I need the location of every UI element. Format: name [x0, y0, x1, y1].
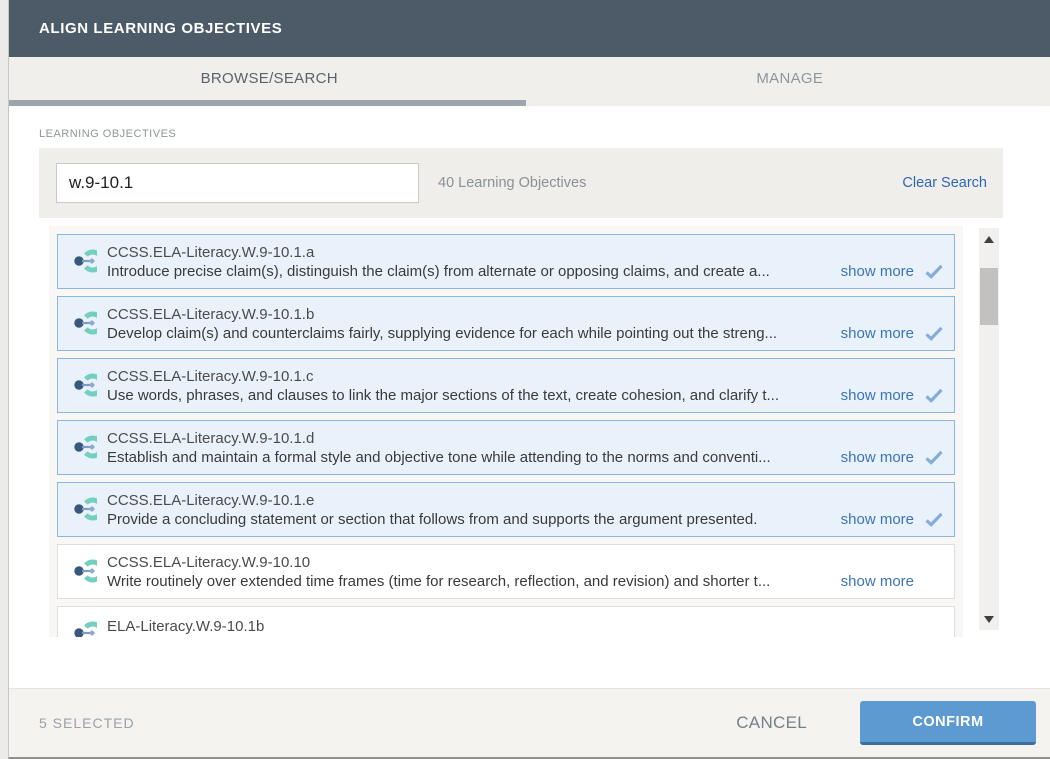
- objective-description-line: Write routinely over extended time frame…: [107, 572, 952, 591]
- objective-text: CCSS.ELA-Literacy.W.9-10.1.a Introduce p…: [107, 243, 954, 281]
- scroll-up-arrow-icon: [984, 236, 994, 243]
- selected-check-icon: [924, 326, 944, 341]
- learning-objectives-section-label: LEARNING OBJECTIVES: [39, 128, 176, 140]
- objective-text: ELA-Literacy.W.9-10.1b: [107, 617, 954, 638]
- dialog-title: ALIGN LEARNING OBJECTIVES: [39, 20, 282, 37]
- selected-check-icon: [924, 388, 944, 403]
- scroll-up-button[interactable]: [979, 230, 999, 248]
- objective-code: CCSS.ELA-Literacy.W.9-10.1.b: [107, 305, 952, 324]
- list-scrollbar[interactable]: [979, 228, 999, 630]
- objective-description: Introduce precise claim(s), distinguish …: [107, 262, 835, 281]
- objective-target-icon: [67, 620, 97, 637]
- objective-text: CCSS.ELA-Literacy.W.9-10.10 Write routin…: [107, 553, 954, 591]
- objective-description-line: Establish and maintain a formal style an…: [107, 448, 952, 467]
- objective-target-icon: [67, 372, 97, 399]
- scroll-down-arrow-icon: [984, 616, 994, 623]
- show-more-link[interactable]: show more: [841, 448, 914, 467]
- show-more-link[interactable]: show more: [841, 572, 914, 591]
- objective-description: Provide a concluding statement or sectio…: [107, 510, 835, 529]
- cancel-button[interactable]: CANCEL: [736, 713, 807, 733]
- confirm-button[interactable]: CONFIRM: [860, 701, 1036, 745]
- results-count: 40 Learning Objectives: [438, 148, 586, 218]
- objective-code: CCSS.ELA-Literacy.W.9-10.1.d: [107, 429, 952, 448]
- footer-actions: CANCEL CONFIRM: [736, 701, 1050, 745]
- scrollbar-thumb[interactable]: [980, 268, 998, 325]
- objective-description: Write routinely over extended time frame…: [107, 572, 835, 591]
- objective-code: ELA-Literacy.W.9-10.1b: [107, 617, 952, 636]
- tab-browse-search-label: BROWSE/SEARCH: [201, 70, 338, 87]
- objective-search-input[interactable]: [56, 163, 419, 203]
- objective-row[interactable]: CCSS.ELA-Literacy.W.9-10.10 Write routin…: [57, 544, 955, 599]
- show-more-link[interactable]: show more: [841, 510, 914, 529]
- objective-target-icon: [67, 558, 97, 585]
- objective-description-line: Use words, phrases, and clauses to link …: [107, 386, 952, 405]
- objective-text: CCSS.ELA-Literacy.W.9-10.1.c Use words, …: [107, 367, 954, 405]
- tab-browse-search[interactable]: BROWSE/SEARCH: [9, 57, 530, 106]
- objective-row[interactable]: CCSS.ELA-Literacy.W.9-10.1.e Provide a c…: [57, 482, 955, 537]
- objective-description-line: Introduce precise claim(s), distinguish …: [107, 262, 952, 281]
- objective-target-icon: [67, 434, 97, 461]
- scroll-down-button[interactable]: [979, 610, 999, 628]
- show-more-link[interactable]: show more: [841, 386, 914, 405]
- objective-code: CCSS.ELA-Literacy.W.9-10.1.c: [107, 367, 952, 386]
- tab-manage-label: MANAGE: [756, 70, 823, 87]
- objective-code: CCSS.ELA-Literacy.W.9-10.1.e: [107, 491, 952, 510]
- selected-check-icon: [924, 264, 944, 279]
- search-section: 40 Learning Objectives Clear Search: [39, 148, 1003, 218]
- objective-description-line: Develop claim(s) and counterclaims fairl…: [107, 324, 952, 343]
- selected-check-icon: [924, 450, 944, 465]
- objective-description-line: Provide a concluding statement or sectio…: [107, 510, 952, 529]
- show-more-link[interactable]: show more: [841, 262, 914, 281]
- show-more-link[interactable]: show more: [841, 324, 914, 343]
- selected-count: 5 SELECTED: [39, 715, 135, 731]
- page-background-edge: [0, 0, 8, 759]
- objective-code: CCSS.ELA-Literacy.W.9-10.10: [107, 553, 952, 572]
- tab-bar: BROWSE/SEARCH MANAGE: [9, 57, 1050, 106]
- objective-text: CCSS.ELA-Literacy.W.9-10.1.e Provide a c…: [107, 491, 954, 529]
- objective-row[interactable]: CCSS.ELA-Literacy.W.9-10.1.b Develop cla…: [57, 296, 955, 351]
- align-learning-objectives-dialog: ALIGN LEARNING OBJECTIVES BROWSE/SEARCH …: [8, 0, 1050, 759]
- objective-target-icon: [67, 248, 97, 275]
- objective-text: CCSS.ELA-Literacy.W.9-10.1.d Establish a…: [107, 429, 954, 467]
- objective-text: CCSS.ELA-Literacy.W.9-10.1.b Develop cla…: [107, 305, 954, 343]
- objective-target-icon: [67, 496, 97, 523]
- objective-code: CCSS.ELA-Literacy.W.9-10.1.a: [107, 243, 952, 262]
- objective-description: Establish and maintain a formal style an…: [107, 448, 835, 467]
- objective-row[interactable]: CCSS.ELA-Literacy.W.9-10.1.a Introduce p…: [57, 234, 955, 289]
- objective-description: Use words, phrases, and clauses to link …: [107, 386, 835, 405]
- objective-description: Develop claim(s) and counterclaims fairl…: [107, 324, 835, 343]
- dialog-header: ALIGN LEARNING OBJECTIVES: [9, 0, 1050, 57]
- objective-row[interactable]: CCSS.ELA-Literacy.W.9-10.1.c Use words, …: [57, 358, 955, 413]
- objective-row[interactable]: CCSS.ELA-Literacy.W.9-10.1.d Establish a…: [57, 420, 955, 475]
- active-tab-indicator: [9, 100, 526, 106]
- dialog-footer: 5 SELECTED CANCEL CONFIRM: [9, 688, 1050, 757]
- objectives-list: CCSS.ELA-Literacy.W.9-10.1.a Introduce p…: [49, 226, 963, 637]
- selected-check-icon: [924, 512, 944, 527]
- objective-target-icon: [67, 310, 97, 337]
- objective-row[interactable]: ELA-Literacy.W.9-10.1b: [57, 606, 955, 637]
- tab-manage[interactable]: MANAGE: [530, 57, 1050, 106]
- objective-description-line: [107, 636, 952, 638]
- clear-search-link[interactable]: Clear Search: [902, 148, 987, 218]
